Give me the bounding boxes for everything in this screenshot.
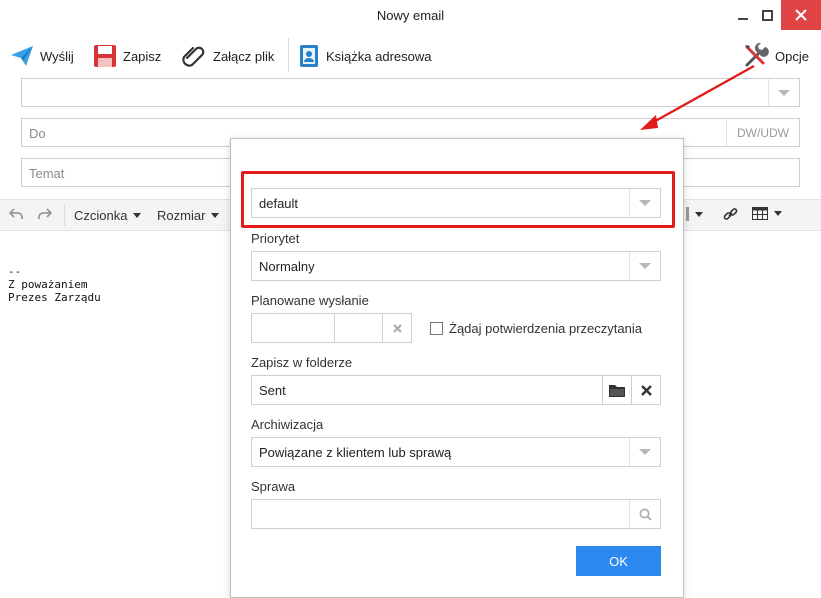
options-dialog: default Priorytet Normalny Planowane wys… <box>230 138 684 598</box>
chevron-down-icon <box>639 263 651 269</box>
send-label: Wyślij <box>40 48 74 64</box>
address-book-label: Książka adresowa <box>326 48 432 64</box>
minimize-button[interactable] <box>732 0 754 30</box>
caret-down-icon <box>133 213 142 218</box>
maximize-button[interactable] <box>756 0 778 30</box>
subject-placeholder: Temat <box>29 166 65 181</box>
priority-select[interactable]: Normalny <box>251 251 661 281</box>
priority-dropdown-toggle[interactable] <box>629 252 660 280</box>
color-dropdown[interactable] <box>686 207 703 221</box>
read-receipt-option[interactable]: Żądaj potwierdzenia przeczytania <box>430 321 642 336</box>
priority-label: Priorytet <box>251 231 300 246</box>
scheduled-time-input[interactable] <box>335 314 383 342</box>
maximize-icon <box>761 9 773 21</box>
folder-value: Sent <box>259 383 286 398</box>
minimize-icon <box>738 18 748 20</box>
redo-button[interactable] <box>38 207 52 221</box>
search-icon <box>639 508 652 521</box>
identity-dropdown-toggle[interactable] <box>629 189 660 217</box>
size-label: Rozmiar <box>157 208 206 223</box>
close-icon <box>392 323 402 333</box>
scheduled-send-label: Planowane wysłanie <box>251 293 369 308</box>
read-receipt-checkbox[interactable] <box>430 322 443 335</box>
message-body[interactable]: -- Z poważaniem Prezes Zarządu <box>8 265 101 304</box>
close-icon <box>640 384 652 396</box>
table-icon <box>752 207 768 220</box>
chevron-down-icon <box>639 449 651 455</box>
archive-value: Powiązane z klientem lub sprawą <box>259 445 452 460</box>
color-icon <box>686 207 689 221</box>
size-dropdown[interactable]: Rozmiar <box>157 208 220 223</box>
save-icon <box>94 45 116 67</box>
signature-line: Prezes Zarządu <box>8 291 101 304</box>
attach-file-button[interactable]: Załącz plik <box>181 40 274 72</box>
identity-select[interactable]: default <box>251 188 661 218</box>
chevron-down-icon <box>639 200 651 206</box>
archive-select[interactable]: Powiązane z klientem lub sprawą <box>251 437 661 467</box>
chevron-down-icon <box>778 89 790 96</box>
folder-icon <box>609 384 625 397</box>
caret-down-icon <box>695 211 703 217</box>
link-button[interactable] <box>723 207 738 222</box>
editor-separator <box>64 204 65 226</box>
options-label: Opcje <box>775 48 809 64</box>
close-icon <box>795 9 807 21</box>
clear-folder-button[interactable] <box>631 376 660 404</box>
undo-button[interactable] <box>9 207 23 221</box>
clear-schedule-button[interactable] <box>383 314 411 342</box>
from-dropdown-toggle[interactable] <box>768 79 799 106</box>
paperclip-icon <box>182 46 205 67</box>
case-search-button[interactable] <box>629 500 660 528</box>
save-button[interactable]: Zapisz <box>93 40 161 72</box>
archive-dropdown-toggle[interactable] <box>629 438 660 466</box>
read-receipt-label: Żądaj potwierdzenia przeczytania <box>449 321 642 336</box>
send-button[interactable]: Wyślij <box>10 40 74 72</box>
browse-folder-button[interactable] <box>602 376 631 404</box>
ok-button[interactable]: OK <box>576 546 661 576</box>
priority-value: Normalny <box>259 259 315 274</box>
archive-label: Archiwizacja <box>251 417 324 432</box>
window-title: Nowy email <box>376 8 445 23</box>
attach-file-label: Załącz plik <box>213 48 275 64</box>
address-book-icon <box>300 45 318 67</box>
scheduled-date-input[interactable] <box>252 314 335 342</box>
case-label: Sprawa <box>251 479 296 494</box>
close-button[interactable] <box>781 0 821 30</box>
annotation-arrow <box>640 64 755 130</box>
folder-field[interactable]: Sent <box>251 375 661 405</box>
signature-line: Z poważaniem <box>8 278 88 291</box>
folder-label: Zapisz w folderze <box>251 355 353 370</box>
new-email-window: Nowy email Wyślij Zapisz Załącz plik Ksi… <box>0 0 821 598</box>
link-icon <box>723 208 738 220</box>
save-label: Zapisz <box>123 48 162 64</box>
font-dropdown[interactable]: Czcionka <box>74 208 142 223</box>
toolbar-separator <box>288 38 289 72</box>
scheduled-send-group <box>251 313 412 343</box>
address-book-button[interactable]: Książka adresowa <box>298 40 432 72</box>
case-field[interactable] <box>251 499 661 529</box>
table-dropdown[interactable] <box>752 207 782 220</box>
caret-down-icon <box>774 211 782 216</box>
redo-icon <box>38 208 52 219</box>
undo-icon <box>9 208 23 219</box>
title-bar: Nowy email <box>0 0 821 32</box>
identity-value: default <box>259 196 299 211</box>
to-placeholder: Do <box>29 126 46 141</box>
font-label: Czcionka <box>74 208 128 223</box>
caret-down-icon <box>211 213 220 218</box>
send-icon <box>11 46 33 66</box>
signature-line: -- <box>8 265 22 278</box>
